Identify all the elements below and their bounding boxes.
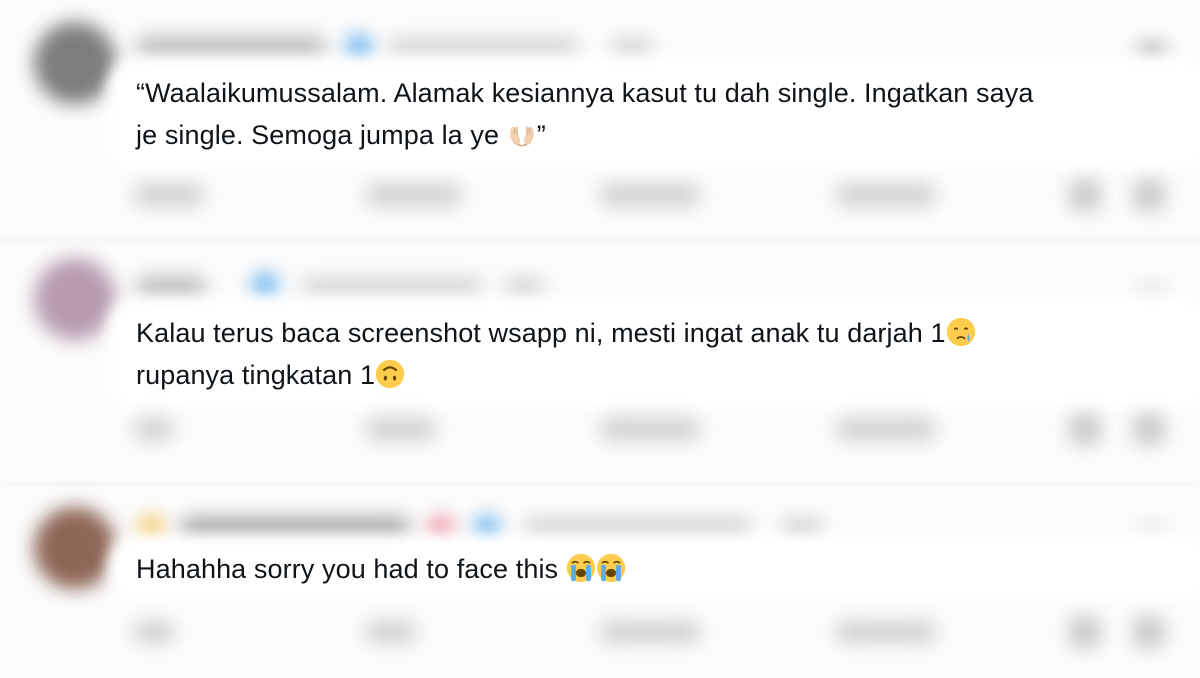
action-bar (128, 410, 1178, 450)
reply-text-line-1: “Waalaikumussalam. Alamak kesiannya kasu… (136, 78, 1034, 108)
verified-badge-icon (474, 515, 500, 541)
more-options-icon[interactable] (1138, 525, 1166, 535)
verified-badge-icon (346, 34, 372, 60)
bookmark-icon[interactable] (1070, 414, 1100, 444)
like-button[interactable] (600, 184, 700, 206)
reply-text: “Waalaikumussalam. Alamak kesiannya kasu… (136, 72, 1176, 156)
reply-text-line-2: rupanya tingkatan 1 (136, 360, 376, 390)
face-holding-back-tears-emoji (946, 317, 975, 347)
avatar[interactable] (34, 258, 116, 340)
username-handle[interactable] (524, 519, 750, 537)
loudly-crying-face-emoji (596, 553, 625, 583)
display-name[interactable] (136, 276, 206, 298)
reply-text-line-2: je single. Semoga jumpa la ye (136, 120, 507, 150)
reply-count-button[interactable] (134, 621, 174, 643)
username-handle[interactable] (302, 278, 482, 296)
timestamp[interactable] (782, 519, 822, 537)
repost-button[interactable] (366, 418, 436, 440)
more-options-icon[interactable] (1138, 44, 1166, 54)
repost-button[interactable] (366, 184, 462, 206)
emoji-in-name-icon (138, 515, 164, 541)
verified-badge-icon (252, 272, 278, 298)
avatar[interactable] (34, 507, 116, 589)
share-icon[interactable] (1134, 617, 1164, 647)
bookmark-icon[interactable] (1070, 617, 1100, 647)
reply-text-closing-quote: ” (536, 120, 546, 150)
views-button[interactable] (836, 184, 936, 206)
views-button[interactable] (836, 418, 936, 440)
reply-count-button[interactable] (134, 418, 174, 440)
action-bar (128, 613, 1178, 653)
display-name[interactable] (136, 36, 326, 58)
timestamp[interactable] (612, 38, 652, 56)
replies-feed: “Waalaikumussalam. Alamak kesiannya kasu… (0, 0, 1200, 678)
avatar[interactable] (34, 22, 116, 104)
display-name[interactable] (180, 517, 410, 539)
reply-item[interactable]: Hahahha sorry you had to face this (0, 485, 1200, 678)
loudly-crying-face-emoji (566, 553, 595, 583)
timestamp[interactable] (504, 278, 544, 296)
flag-emoji-icon (428, 515, 454, 541)
action-bar (128, 176, 1178, 216)
reply-text: Kalau terus baca screenshot wsapp ni, me… (136, 312, 1176, 396)
reply-text-line-1: Kalau terus baca screenshot wsapp ni, me… (136, 318, 946, 348)
bookmark-icon[interactable] (1070, 180, 1100, 210)
like-button[interactable] (600, 621, 700, 643)
views-button[interactable] (836, 621, 936, 643)
reply-item[interactable]: “Waalaikumussalam. Alamak kesiannya kasu… (0, 0, 1200, 240)
reply-count-button[interactable] (134, 184, 204, 206)
repost-button[interactable] (366, 621, 416, 643)
upside-down-face-emoji (375, 359, 405, 389)
palms-up-together-emoji (510, 126, 534, 147)
more-options-icon[interactable] (1138, 284, 1166, 294)
username-handle[interactable] (388, 38, 578, 56)
like-button[interactable] (600, 418, 700, 440)
share-icon[interactable] (1134, 180, 1164, 210)
reply-text-line-1: Hahahha sorry you had to face this (136, 554, 566, 584)
reply-text: Hahahha sorry you had to face this (136, 548, 1176, 590)
share-icon[interactable] (1134, 414, 1164, 444)
reply-item[interactable]: Kalau terus baca screenshot wsapp ni, me… (0, 240, 1200, 485)
